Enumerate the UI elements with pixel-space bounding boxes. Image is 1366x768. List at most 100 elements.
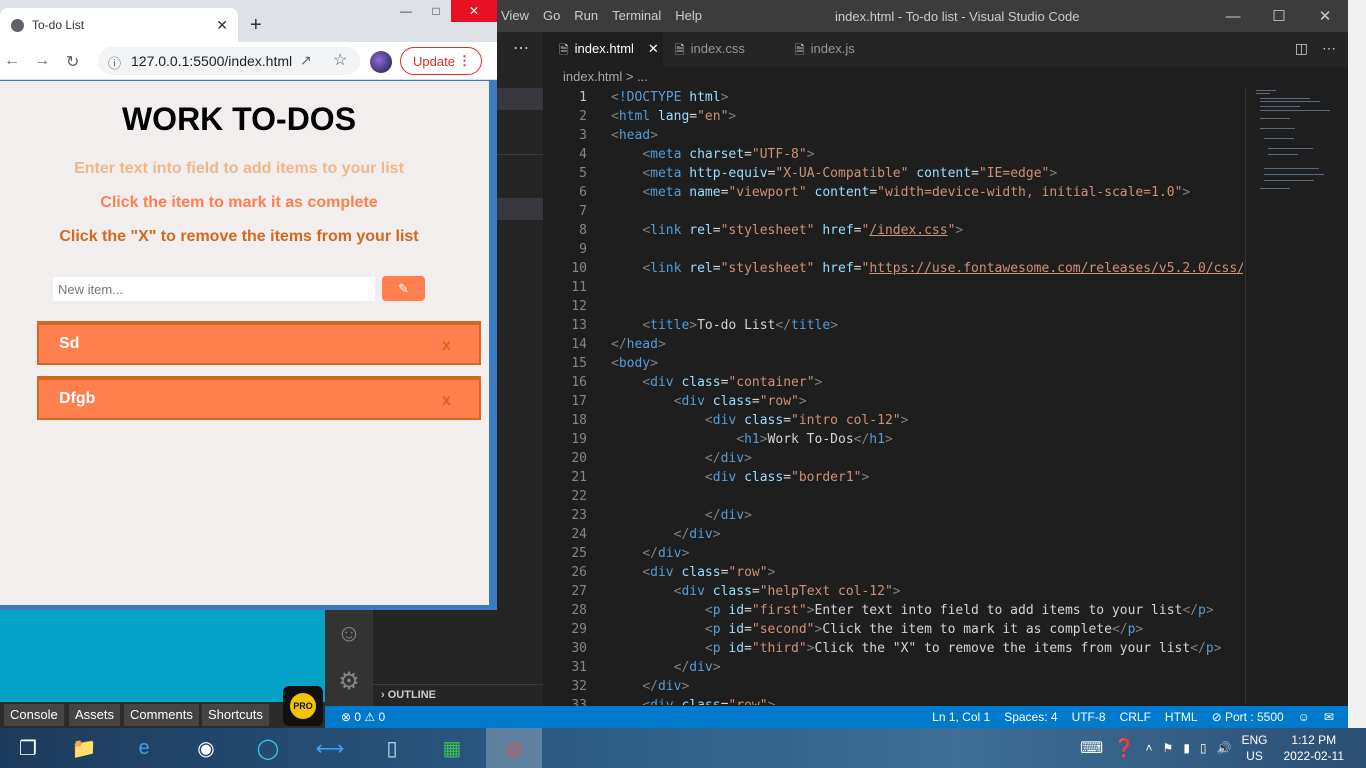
shortcuts-button[interactable]: Shortcuts (202, 704, 269, 726)
indentation[interactable]: Spaces: 4 (1004, 710, 1057, 724)
address-bar[interactable]: ⓘ 127.0.0.1:5500/index.html (98, 47, 360, 75)
update-button[interactable]: Update ⋮ (400, 47, 482, 75)
chevron-right-icon: › (381, 689, 385, 701)
line-number: 21 (571, 470, 587, 485)
store-icon[interactable]: ▦ (424, 728, 480, 768)
chevron-up-icon[interactable]: ˄ (1146, 741, 1153, 755)
url-text: 127.0.0.1:5500/index.html (131, 53, 293, 69)
webcam-app-icon[interactable]: ◉ (178, 728, 234, 768)
live-server-port[interactable]: ⊘ Port : 5500 (1212, 710, 1284, 724)
vscode-icon[interactable]: ⟷ (302, 728, 358, 768)
list-item[interactable]: Sd x (37, 321, 481, 365)
window-title: index.html - To-do list - Visual Studio … (835, 9, 1080, 24)
notepad-icon[interactable]: ▯ (364, 728, 420, 768)
browser-tab[interactable]: To-do List ✕ (0, 8, 238, 42)
page-viewport: WORK TO-DOS Enter text into field to add… (0, 81, 489, 605)
clock-date: 2022-02-11 (1283, 749, 1345, 763)
breadcrumb[interactable]: index.html > ... (543, 67, 1348, 89)
line-number: 3 (579, 128, 587, 143)
avatar[interactable] (370, 51, 392, 73)
line-number: 15 (571, 356, 587, 371)
encoding[interactable]: UTF-8 (1072, 710, 1106, 724)
item-label: Sd (59, 335, 80, 352)
minimize-icon[interactable]: — (1210, 0, 1256, 32)
tab-label: index.css (690, 41, 745, 56)
gear-icon[interactable]: ⚙ (335, 668, 363, 696)
account-icon[interactable]: ☺ (335, 620, 363, 648)
clock[interactable]: 1:12 PM 2022-02-11 (1284, 732, 1345, 764)
tab-label: index.js (810, 41, 855, 56)
volume-icon[interactable]: 🔊 (1217, 741, 1232, 755)
line-number: 5 (579, 166, 587, 181)
close-tab-icon[interactable]: ✕ (648, 41, 659, 67)
menu-terminal[interactable]: Terminal (612, 8, 661, 23)
line-number: 29 (571, 622, 587, 637)
line-number: 28 (571, 603, 587, 618)
minimize-icon[interactable]: — (391, 0, 421, 22)
windows-start-icon[interactable]: ❐ (0, 728, 56, 768)
maximize-icon[interactable]: ☐ (1256, 0, 1302, 32)
line-number: 1 (579, 90, 587, 105)
flag-icon[interactable]: ⚑ (1163, 741, 1174, 755)
line-number: 13 (571, 318, 587, 333)
delete-item-button[interactable]: x (442, 337, 451, 355)
feedback-icon[interactable]: ☺ (1298, 710, 1310, 724)
forward-icon[interactable]: → (34, 52, 50, 70)
list-item[interactable]: Dfgb x (37, 376, 481, 420)
menu-view[interactable]: View (501, 8, 529, 23)
new-tab-icon[interactable]: + (250, 14, 262, 37)
line-number: 11 (571, 280, 587, 295)
delete-item-button[interactable]: x (442, 392, 451, 410)
tab-index-css[interactable]: 🗎 index.css (663, 32, 783, 67)
reload-icon[interactable]: ↻ (66, 52, 79, 72)
add-item-button[interactable]: ✎ (382, 276, 425, 301)
minimap[interactable] (1245, 88, 1335, 705)
globe-icon (11, 19, 24, 32)
file-explorer-icon[interactable]: 📁 (56, 728, 112, 768)
language-mode[interactable]: HTML (1165, 710, 1198, 724)
new-item-input[interactable] (53, 277, 375, 301)
star-icon[interactable]: ☆ (333, 50, 347, 70)
file-icon: 🗎 (559, 43, 569, 57)
help-icon[interactable]: ❓ (1113, 738, 1135, 759)
network-icon[interactable]: ▯ (1200, 741, 1207, 755)
maximize-icon[interactable]: □ (421, 0, 451, 22)
chrome-icon[interactable]: ◎ (486, 728, 542, 768)
edge-icon[interactable]: ◯ (240, 728, 296, 768)
problems-indicator[interactable]: ⊗ 0 ⚠ 0 (341, 710, 385, 724)
close-tab-icon[interactable]: ✕ (216, 17, 228, 34)
split-editor-icon[interactable]: ◫ (1295, 40, 1308, 57)
console-button[interactable]: Console (4, 704, 64, 726)
tab-index-js[interactable]: 🗎 index.js (783, 32, 903, 67)
share-icon[interactable]: ↗ (300, 52, 312, 69)
update-label: Update (413, 54, 455, 69)
assets-button[interactable]: Assets (69, 704, 121, 726)
pro-badge[interactable]: PRO (283, 686, 323, 726)
battery-icon[interactable]: ▮ (1183, 741, 1190, 755)
tab-index-html[interactable]: 🗎 index.html ✕ (543, 32, 663, 67)
menu-help[interactable]: Help (675, 8, 702, 23)
outline-section[interactable]: › OUTLINE (373, 684, 543, 706)
more-actions-icon[interactable]: ⋯ (513, 38, 529, 58)
language-indicator[interactable]: ENG US (1241, 732, 1267, 764)
menu-run[interactable]: Run (574, 8, 598, 23)
back-icon[interactable]: ← (4, 52, 20, 70)
menu-go[interactable]: Go (543, 8, 560, 23)
cursor-position[interactable]: Ln 1, Col 1 (932, 710, 990, 724)
file-icon: 🗎 (795, 43, 805, 57)
code-editor[interactable]: <!DOCTYPE html> <html lang="en"> <head> … (611, 88, 1243, 705)
pro-label: PRO (290, 693, 316, 719)
info-icon[interactable]: ⓘ (108, 53, 121, 72)
close-icon[interactable]: ✕ (451, 0, 497, 22)
notifications-icon[interactable]: ✉ (1324, 710, 1334, 724)
file-icon: 🗎 (675, 43, 685, 57)
menu-bar: View Go Run Terminal Help (501, 8, 702, 23)
line-ending[interactable]: CRLF (1120, 710, 1151, 724)
close-icon[interactable]: ✕ (1302, 0, 1348, 32)
comments-button[interactable]: Comments (124, 704, 199, 726)
clock-time: 1:12 PM (1291, 733, 1337, 747)
vertical-scrollbar[interactable] (1335, 88, 1348, 705)
internet-explorer-icon[interactable]: e (116, 728, 172, 768)
more-actions-icon[interactable]: ⋯ (1322, 40, 1336, 57)
keyboard-icon[interactable]: ⌨ (1080, 738, 1103, 758)
